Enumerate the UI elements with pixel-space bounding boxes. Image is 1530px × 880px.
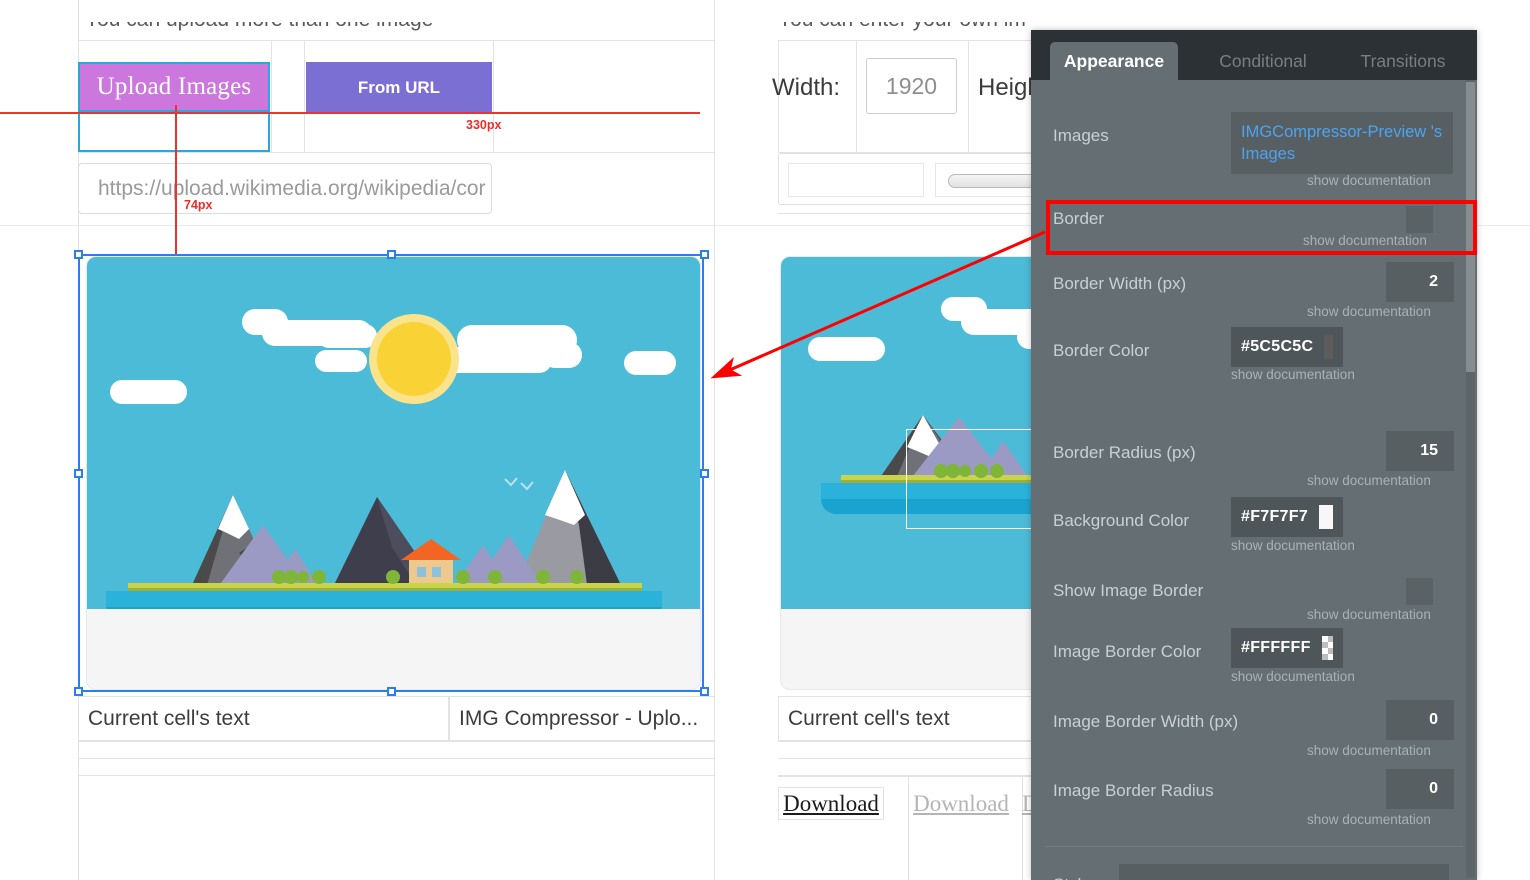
tab-transitions[interactable]: Transitions [1339,42,1467,80]
tab-conditional[interactable]: Conditional [1198,42,1328,80]
caption-cell-left-title[interactable]: IMG Compressor - Uplo... [449,696,715,741]
border-toggle[interactable] [1406,206,1433,233]
tab-appearance[interactable]: Appearance [1050,42,1178,80]
download-link-1[interactable]: Download [778,787,884,820]
download-link-2[interactable]: Download [908,787,1014,820]
caption-cell-left[interactable]: Current cell's text [78,696,449,741]
row-label-image-border-color: Image Border Color [1053,642,1202,661]
grid-line-h7 [78,758,715,759]
doc-link-image-border-color[interactable]: show documentation [1231,669,1355,684]
caption-cell-right[interactable]: Current cell's text [778,696,1068,741]
upload-images-dropzone[interactable] [78,112,270,152]
resize-handle-nw[interactable] [74,250,83,259]
panel-scrollbar-thumb[interactable] [1466,82,1475,372]
grid-line-h2 [78,152,715,153]
url-input[interactable]: https://upload.wikimedia.org/wikipedia/c… [78,163,492,214]
doc-link-images[interactable]: show documentation [1307,173,1431,188]
row-label-images: Images [1053,126,1109,145]
border-color-field[interactable]: #5C5C5C [1231,327,1343,367]
guide-line-vertical [175,105,177,258]
grid-line-h8 [78,775,715,776]
image-card-right[interactable] [780,256,1068,690]
guide-line-horizontal [0,112,700,114]
doc-link-border-width[interactable]: show documentation [1307,304,1431,319]
upload-images-button[interactable]: Upload Images [78,62,270,112]
grid-line-h3 [778,40,1068,41]
images-value-box[interactable]: IMGCompressor-Preview 's Images [1231,112,1453,174]
guide-label-74px: 74px [184,198,213,212]
selection-outline [78,254,704,692]
doc-link-border-radius[interactable]: show documentation [1307,473,1431,488]
grid-line-h10 [778,758,1068,759]
row-label-image-border-radius: Image Border Radius [1053,781,1214,800]
doc-link-border-color[interactable]: show documentation [1231,367,1355,382]
grid-line-v9 [714,741,715,775]
quality-input[interactable] [788,163,924,197]
row-label-background-color: Background Color [1053,511,1190,530]
image-border-color-hex: #FFFFFF [1241,639,1311,656]
from-url-button[interactable]: From URL [306,62,492,114]
border-radius-value[interactable]: 15 [1386,431,1454,471]
resize-handle-se[interactable] [700,687,709,696]
row-label-show-image-border: Show Image Border [1053,581,1204,600]
background-color-swatch[interactable] [1319,505,1333,529]
grid-line-v5 [493,40,494,153]
guide-label-330px: 330px [466,118,502,132]
image-border-color-field[interactable]: #FFFFFF [1231,628,1343,668]
resize-handle-w[interactable] [74,469,83,478]
row-label-border: Border [1053,209,1105,228]
resize-handle-s[interactable] [387,687,396,696]
row-label-border-width: Border Width (px) [1053,274,1187,293]
doc-link-image-border-radius[interactable]: show documentation [1307,812,1431,827]
resize-handle-e[interactable] [700,469,709,478]
row-label-border-color: Border Color [1053,341,1150,360]
grid-line-h5 [778,213,1068,214]
background-color-hex: #F7F7F7 [1241,508,1309,525]
grid-line-h6 [78,741,715,742]
doc-link-show-image-border[interactable]: show documentation [1307,607,1431,622]
background-color-field[interactable]: #F7F7F7 [1231,497,1343,537]
row-label-image-border-width: Image Border Width (px) [1053,712,1239,731]
image-border-color-swatch[interactable] [1321,636,1333,660]
doc-link-image-border-width[interactable]: show documentation [1307,743,1431,758]
grid-line-v7 [856,40,857,153]
image-border-radius-value[interactable]: 0 [1386,769,1454,809]
grid-line-v2 [271,40,272,153]
grid-line-h1 [78,40,715,41]
show-image-border-toggle[interactable] [1406,578,1433,605]
style-select[interactable] [1119,864,1449,880]
resize-handle-ne[interactable] [700,250,709,259]
image-border-width-value[interactable]: 0 [1386,700,1454,740]
doc-link-background-color[interactable]: show documentation [1231,538,1355,553]
panel-divider [1045,846,1463,847]
resize-handle-sw[interactable] [74,687,83,696]
grid-line-h9 [778,741,1068,742]
resize-handle-n[interactable] [387,250,396,259]
screenshot-root: You can upload more than one image You c… [0,0,1530,880]
properties-panel: Appearance Conditional Transitions Image… [1031,30,1477,880]
quality-control-panel [778,153,1148,205]
width-label: Width: [772,74,841,101]
heading-upload-more: You can upload more than one image [85,8,434,31]
border-width-value[interactable]: 2 [1386,262,1454,302]
border-color-swatch[interactable] [1324,335,1333,359]
grid-line-v8 [968,40,969,153]
row-label-border-radius: Border Radius (px) [1053,443,1196,462]
grid-line-h12 [778,776,1068,777]
border-color-hex: #5C5C5C [1241,338,1314,355]
row-label-style: Style [1053,875,1091,880]
doc-link-border[interactable]: show documentation [1303,233,1427,248]
images-link[interactable]: IMGCompressor-Preview 's Images [1231,115,1453,171]
heading-enter-own: You can enter your own im [778,8,1026,31]
width-input[interactable]: 1920 [866,58,957,114]
grid-line-v3 [304,40,305,153]
